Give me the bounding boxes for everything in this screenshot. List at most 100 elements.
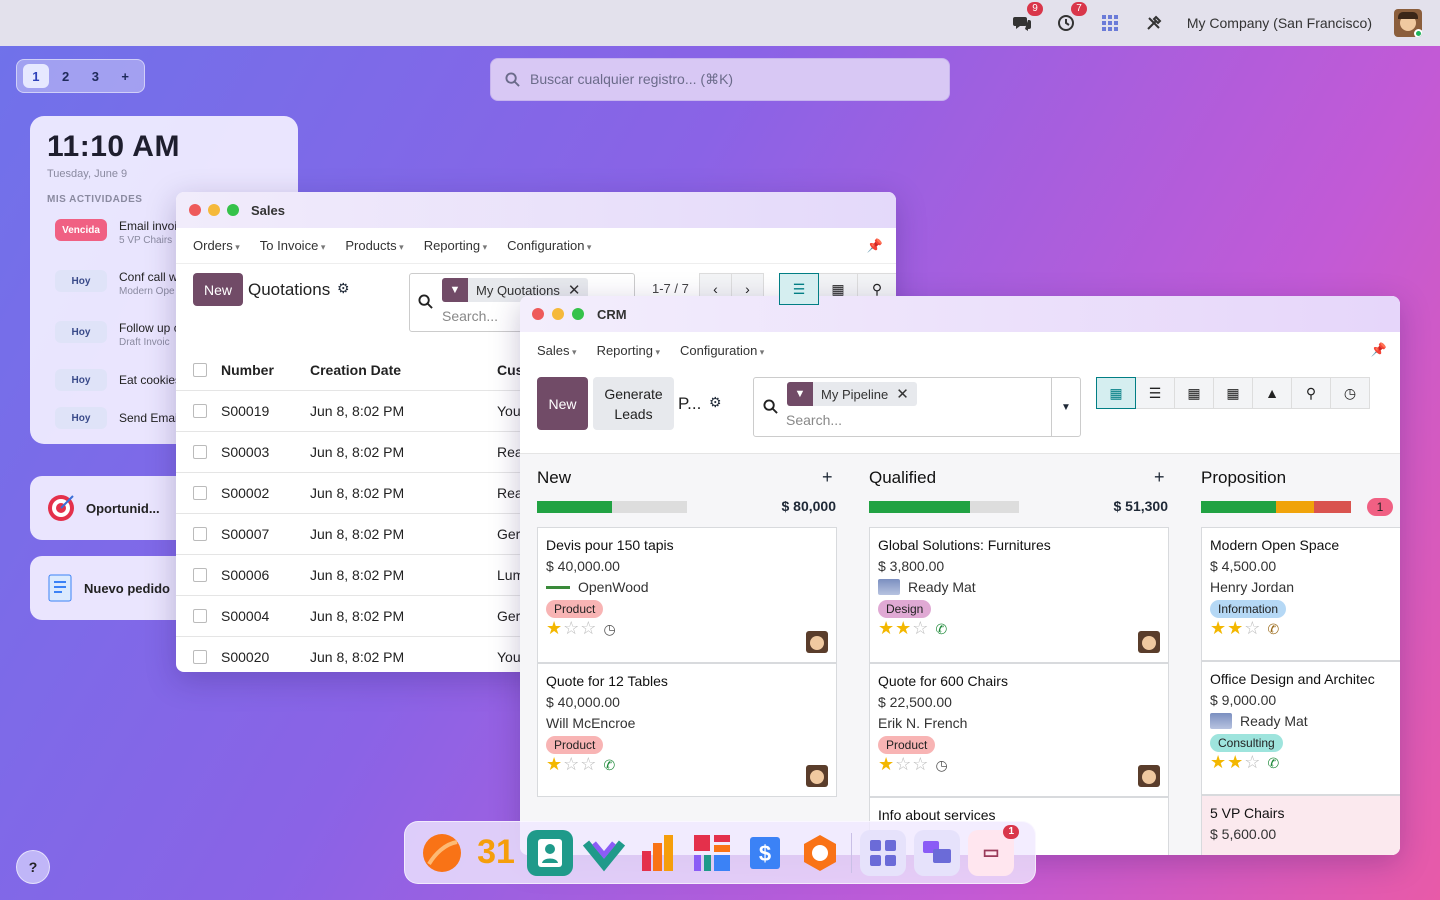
menu-products[interactable]: Products (345, 238, 403, 253)
menu-to-invoice[interactable]: To Invoice (260, 238, 326, 253)
priority-stars[interactable]: ★★☆ ✆ (878, 618, 1160, 639)
minimize-window-button[interactable] (208, 204, 220, 216)
activity-item[interactable]: Hoy Send Email (55, 407, 180, 429)
activity-item[interactable]: Vencida Email invoi 5 VP Chairs (55, 219, 177, 246)
minimized-window-icon[interactable]: ▭ 1 (968, 824, 1019, 876)
phone-icon[interactable]: ✆ (935, 621, 948, 637)
help-button[interactable]: ? (16, 850, 50, 884)
row-checkbox[interactable] (193, 445, 207, 459)
progress-segment-orange[interactable] (1276, 501, 1314, 513)
salesperson-avatar[interactable] (1138, 631, 1160, 653)
new-quotation-button[interactable]: New (193, 273, 243, 306)
progress-segment-green[interactable] (537, 501, 612, 513)
generate-leads-button[interactable]: Generate Leads (593, 377, 674, 430)
phone-icon[interactable]: ✆ (603, 757, 616, 773)
menu-reporting[interactable]: Reporting (597, 343, 660, 358)
discuss-app-icon[interactable] (419, 830, 465, 876)
debug-tools-icon[interactable] (1143, 12, 1165, 34)
progress-segment-green[interactable] (869, 501, 970, 513)
search-dropdown-toggle[interactable]: ▼ (1051, 378, 1080, 436)
menu-orders[interactable]: Orders (193, 238, 240, 253)
kanban-card[interactable]: Quote for 12 Tables $ 40,000.00 Will McE… (537, 663, 837, 797)
progress-segment-red[interactable] (1313, 501, 1351, 513)
row-checkbox[interactable] (193, 404, 207, 418)
close-window-button[interactable] (532, 308, 544, 320)
row-checkbox[interactable] (193, 568, 207, 582)
pivot-view-icon[interactable]: ▦ (1213, 377, 1253, 409)
kanban-view-icon[interactable]: ▦ (1096, 377, 1136, 409)
workspace-3[interactable]: 3 (83, 64, 109, 88)
add-card-button[interactable]: + (1154, 467, 1165, 488)
new-order-shortcut[interactable]: Nuevo pedido (30, 556, 190, 620)
list-view-icon[interactable]: ☰ (779, 273, 819, 305)
phone-icon[interactable]: ✆ (1267, 755, 1280, 771)
odoo-app-icon[interactable] (797, 830, 843, 876)
clock-icon[interactable]: ◷ (603, 621, 616, 637)
activities-clock-icon[interactable]: 7 (1055, 2, 1087, 34)
menu-configuration[interactable]: Configuration (507, 238, 591, 253)
gear-icon[interactable]: ⚙ (337, 280, 350, 297)
priority-stars[interactable]: ★☆☆ ◷ (546, 618, 828, 639)
priority-stars[interactable]: ★☆☆ ✆ (546, 754, 828, 775)
kanban-card[interactable]: Devis pour 150 tapis $ 40,000.00 OpenWoo… (537, 527, 837, 663)
kanban-card[interactable]: Global Solutions: Furnitures $ 3,800.00 … (869, 527, 1169, 663)
column-progress-bar[interactable] (537, 501, 687, 513)
graph-view-icon[interactable]: ▲ (1252, 377, 1292, 409)
pin-icon[interactable]: 📌 (867, 238, 883, 254)
dashboard-app-icon[interactable] (689, 830, 735, 876)
crm-app-icon[interactable] (581, 830, 627, 876)
column-progress-bar[interactable] (1201, 501, 1351, 513)
contacts-app-icon[interactable] (527, 829, 573, 876)
app-grid-icon[interactable] (860, 829, 906, 876)
company-switcher[interactable]: My Company (San Francisco) (1187, 15, 1372, 31)
clock-icon[interactable]: ◷ (935, 757, 948, 773)
apps-grid-icon[interactable] (1099, 12, 1121, 34)
priority-stars[interactable]: ★★☆ ✆ (1210, 752, 1400, 773)
new-lead-button[interactable]: New (537, 377, 588, 430)
calendar-view-icon[interactable]: ▦ (1174, 377, 1214, 409)
remove-facet-button[interactable]: ✕ (896, 385, 917, 403)
row-checkbox[interactable] (193, 486, 207, 500)
global-search[interactable]: Buscar cualquier registro... (⌘K) (490, 58, 950, 101)
close-window-button[interactable] (189, 204, 201, 216)
user-avatar[interactable] (1394, 9, 1422, 37)
menu-configuration[interactable]: Configuration (680, 343, 764, 358)
activity-item[interactable]: Hoy Eat cookies (55, 369, 181, 391)
crm-search-box[interactable]: ▼ My Pipeline ✕ Search... ▼ (753, 377, 1081, 437)
maximize-window-button[interactable] (572, 308, 584, 320)
col-number[interactable]: Number (221, 362, 310, 378)
minimize-window-button[interactable] (552, 308, 564, 320)
kanban-card[interactable]: Modern Open Space $ 4,500.00 Henry Jorda… (1201, 527, 1400, 661)
add-card-button[interactable]: + (822, 467, 833, 488)
activity-view-icon[interactable]: ◷ (1330, 377, 1370, 409)
salesperson-avatar[interactable] (1138, 765, 1160, 787)
phone-icon[interactable]: ✆ (1267, 621, 1280, 637)
invoicing-app-icon[interactable]: $ (743, 830, 789, 876)
row-checkbox[interactable] (193, 609, 207, 623)
list-view-icon[interactable]: ☰ (1135, 377, 1175, 409)
add-workspace-button[interactable]: + (112, 64, 138, 88)
map-view-icon[interactable]: ⚲ (1291, 377, 1331, 409)
menu-sales[interactable]: Sales (537, 343, 577, 358)
col-creation-date[interactable]: Creation Date (310, 362, 497, 378)
activity-item[interactable]: Hoy Follow up c Draft Invoic (55, 321, 180, 348)
workspace-2[interactable]: 2 (53, 64, 79, 88)
sales-app-icon[interactable] (635, 830, 681, 876)
row-checkbox[interactable] (193, 650, 207, 664)
workspace-1[interactable]: 1 (23, 64, 49, 88)
priority-stars[interactable]: ★☆☆ ◷ (878, 754, 1160, 775)
menu-reporting[interactable]: Reporting (424, 238, 487, 253)
row-checkbox[interactable] (193, 527, 207, 541)
select-all-checkbox[interactable] (193, 362, 207, 377)
gear-icon[interactable]: ⚙ (709, 394, 722, 411)
progress-segment-green[interactable] (1201, 501, 1276, 513)
maximize-window-button[interactable] (227, 204, 239, 216)
opportunities-shortcut[interactable]: Oportunid... (30, 476, 190, 540)
column-progress-bar[interactable] (869, 501, 1019, 513)
salesperson-avatar[interactable] (806, 631, 828, 653)
priority-stars[interactable]: ★★☆ ✆ (1210, 618, 1400, 639)
pin-icon[interactable]: 📌 (1371, 342, 1387, 358)
activity-item[interactable]: Hoy Conf call w Modern Ope (55, 270, 178, 297)
messages-icon[interactable]: 9 (1011, 2, 1043, 34)
kanban-card[interactable]: Quote for 600 Chairs $ 22,500.00 Erik N.… (869, 663, 1169, 797)
